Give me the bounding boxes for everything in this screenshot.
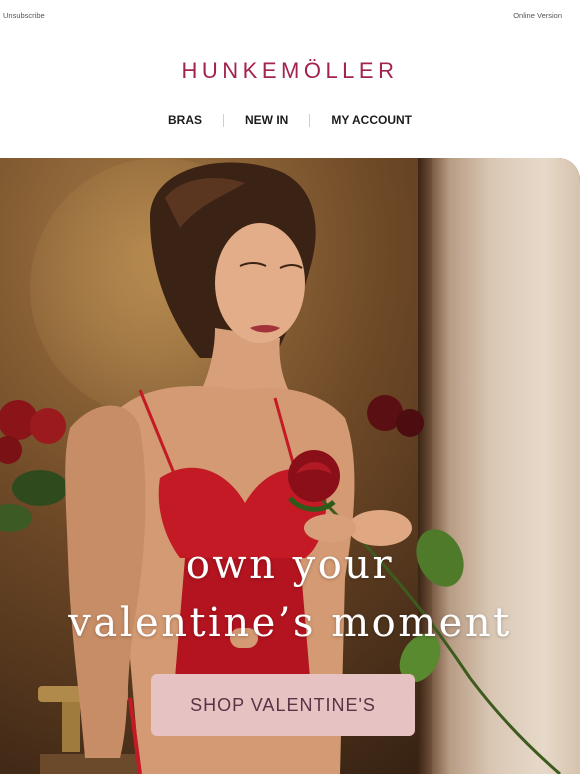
model-face	[215, 223, 305, 343]
hero-headline: own your valentine’s moment	[0, 536, 580, 652]
hero-headline-line-1: own your	[185, 542, 395, 588]
shop-valentines-button[interactable]: SHOP VALENTINE'S	[151, 674, 415, 736]
email-topbar: Unsubscribe Online Version	[0, 0, 580, 32]
brand-logo[interactable]: HUNKEMÖLLER	[0, 58, 580, 84]
main-nav: BRAS NEW IN MY ACCOUNT	[0, 110, 580, 130]
unsubscribe-link[interactable]: Unsubscribe	[3, 11, 45, 20]
nav-item-bras[interactable]: BRAS	[147, 113, 223, 127]
hero-banner[interactable]: own your valentine’s moment SHOP VALENTI…	[0, 158, 580, 774]
hero-headline-line-2: valentine’s moment	[68, 600, 512, 646]
nav-item-my-account[interactable]: MY ACCOUNT	[310, 113, 433, 127]
nav-item-new-in[interactable]: NEW IN	[224, 113, 309, 127]
online-version-link[interactable]: Online Version	[513, 11, 562, 20]
